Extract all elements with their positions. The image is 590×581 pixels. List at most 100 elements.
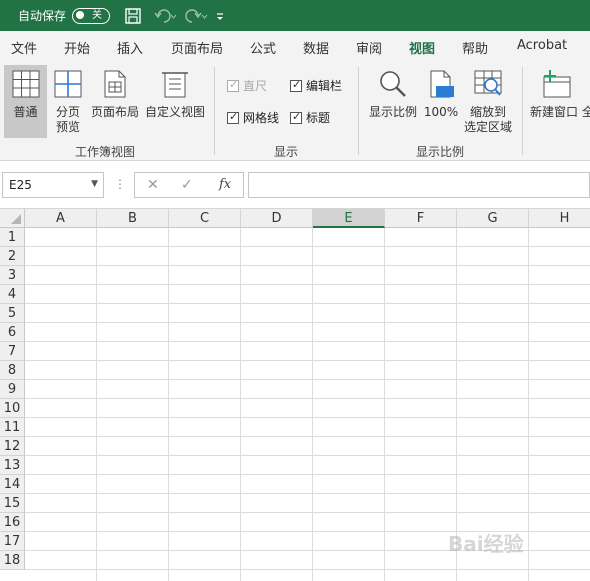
- formula-bar-checkbox[interactable]: 编辑栏: [290, 77, 342, 94]
- row-header[interactable]: 5: [0, 304, 25, 323]
- select-all-corner[interactable]: [0, 209, 25, 228]
- page-layout-view-button[interactable]: 页面布局: [89, 69, 141, 129]
- row-header[interactable]: 12: [0, 437, 25, 456]
- toggle-knob: [76, 11, 85, 19]
- customize-toolbar-icon[interactable]: [214, 9, 226, 23]
- gridlines-checkbox-box: [227, 110, 239, 124]
- name-box-value: E25: [9, 178, 32, 192]
- gridline-horizontal: [25, 303, 590, 304]
- undo-icon[interactable]: [154, 8, 178, 24]
- insert-function-icon[interactable]: fx: [219, 177, 231, 192]
- formula-input[interactable]: [248, 172, 590, 198]
- page-break-preview-button[interactable]: 分页 预览: [48, 69, 88, 139]
- row-header[interactable]: 6: [0, 323, 25, 342]
- zoom-100-button[interactable]: 100%: [423, 69, 459, 129]
- column-header-d[interactable]: D: [241, 209, 313, 228]
- row-header[interactable]: 11: [0, 418, 25, 437]
- row-header[interactable]: 7: [0, 342, 25, 361]
- zoom-to-selection-icon: [461, 69, 515, 103]
- gridline-horizontal: [25, 474, 590, 475]
- autosave-label: 自动保存: [18, 9, 67, 23]
- column-header-f[interactable]: F: [385, 209, 457, 228]
- gridline-horizontal: [25, 455, 590, 456]
- tab-acrobat[interactable]: Acrobat: [517, 38, 567, 53]
- tab-page-layout[interactable]: 页面布局: [171, 38, 223, 57]
- zoom-to-selection-button[interactable]: 缩放到 选定区域: [461, 69, 515, 139]
- chevron-down-icon[interactable]: ▼: [91, 179, 98, 189]
- custom-views-button[interactable]: 自定义视图: [143, 69, 207, 129]
- row-header[interactable]: 10: [0, 399, 25, 418]
- ribbon-separator: [214, 67, 215, 155]
- row-header[interactable]: 9: [0, 380, 25, 399]
- ruler-checkbox[interactable]: 直尺: [227, 77, 267, 94]
- zoom-100-label: 100%: [423, 105, 459, 119]
- tab-data[interactable]: 数据: [303, 38, 329, 57]
- magnifier-icon: [367, 69, 419, 103]
- column-header-c[interactable]: C: [169, 209, 241, 228]
- new-window-icon: [540, 69, 590, 103]
- row-header[interactable]: 14: [0, 475, 25, 494]
- ribbon-panel: 普通 分页 预览 页面布局 自定义视图 工作簿视图 直尺 编辑栏 网格线 标题 …: [0, 61, 590, 161]
- gridlines-label: 网格线: [243, 111, 280, 125]
- new-window-button[interactable]: 新建窗口 全: [530, 69, 590, 129]
- row-header[interactable]: 18: [0, 551, 25, 570]
- row-header[interactable]: 16: [0, 513, 25, 532]
- row-header[interactable]: 2: [0, 247, 25, 266]
- formula-bar-label: 编辑栏: [306, 79, 343, 93]
- formula-bar: E25 ▼ ⋮ ✕ ✓ fx: [0, 161, 590, 209]
- page-break-preview-label-1: 分页: [55, 105, 80, 119]
- zoom-100-icon: [423, 69, 459, 103]
- headings-label: 标题: [306, 111, 331, 125]
- column-header-g[interactable]: G: [457, 209, 529, 228]
- gridline-horizontal: [25, 265, 590, 266]
- formula-bar-checkbox-box: [290, 78, 302, 92]
- page-layout-view-icon: [89, 69, 141, 103]
- gridline-vertical: [312, 228, 313, 581]
- tab-file[interactable]: 文件: [11, 38, 37, 57]
- column-header-b[interactable]: B: [97, 209, 169, 228]
- name-box[interactable]: E25 ▼: [2, 172, 104, 198]
- enter-check-icon[interactable]: ✓: [181, 177, 193, 193]
- row-header[interactable]: 13: [0, 456, 25, 475]
- normal-view-button[interactable]: 普通: [4, 65, 47, 138]
- gridline-horizontal: [25, 417, 590, 418]
- gridline-vertical: [528, 228, 529, 581]
- tab-review[interactable]: 审阅: [356, 38, 382, 57]
- save-icon[interactable]: [124, 7, 142, 25]
- title-bar: 自动保存 关: [0, 0, 590, 31]
- row-header[interactable]: 15: [0, 494, 25, 513]
- column-header-h[interactable]: H: [529, 209, 590, 228]
- gridline-vertical: [96, 228, 97, 581]
- ribbon-separator: [358, 67, 359, 155]
- custom-views-label: 自定义视图: [144, 105, 205, 119]
- gridline-horizontal: [25, 379, 590, 380]
- autosave-state: 关: [92, 9, 103, 21]
- headings-checkbox[interactable]: 标题: [290, 109, 330, 126]
- zoom-label: 显示比例: [368, 105, 417, 119]
- row-header[interactable]: 4: [0, 285, 25, 304]
- zoom-button[interactable]: 显示比例: [367, 69, 419, 129]
- ruler-label: 直尺: [243, 79, 268, 93]
- row-header[interactable]: 17: [0, 532, 25, 551]
- tab-view[interactable]: 视图: [409, 38, 436, 64]
- row-header[interactable]: 8: [0, 361, 25, 380]
- row-header[interactable]: 3: [0, 266, 25, 285]
- formula-bar-resize-handle[interactable]: ⋮: [114, 177, 126, 191]
- spreadsheet-grid[interactable]: ABCDEFGH 1 2 3 4 5 6 7 8 9 10 11 12 13 14 15 16 17 18: [0, 209, 590, 581]
- column-header-e[interactable]: E: [313, 209, 385, 228]
- tab-insert[interactable]: 插入: [117, 38, 143, 57]
- zoom-group-label: 显示比例: [416, 145, 465, 159]
- column-header-a[interactable]: A: [25, 209, 97, 228]
- autosave-toggle[interactable]: 关: [72, 7, 111, 24]
- redo-icon[interactable]: [184, 8, 208, 24]
- gridline-horizontal: [25, 284, 590, 285]
- cancel-icon[interactable]: ✕: [147, 177, 159, 193]
- tab-home[interactable]: 开始: [64, 38, 90, 57]
- headings-checkbox-box: [290, 110, 302, 124]
- tab-formulas[interactable]: 公式: [250, 38, 276, 57]
- gridline-horizontal: [25, 493, 590, 494]
- gridlines-checkbox[interactable]: 网格线: [227, 109, 279, 126]
- gridline-horizontal: [25, 246, 590, 247]
- tab-help[interactable]: 帮助: [462, 38, 488, 57]
- row-header[interactable]: 1: [0, 228, 25, 247]
